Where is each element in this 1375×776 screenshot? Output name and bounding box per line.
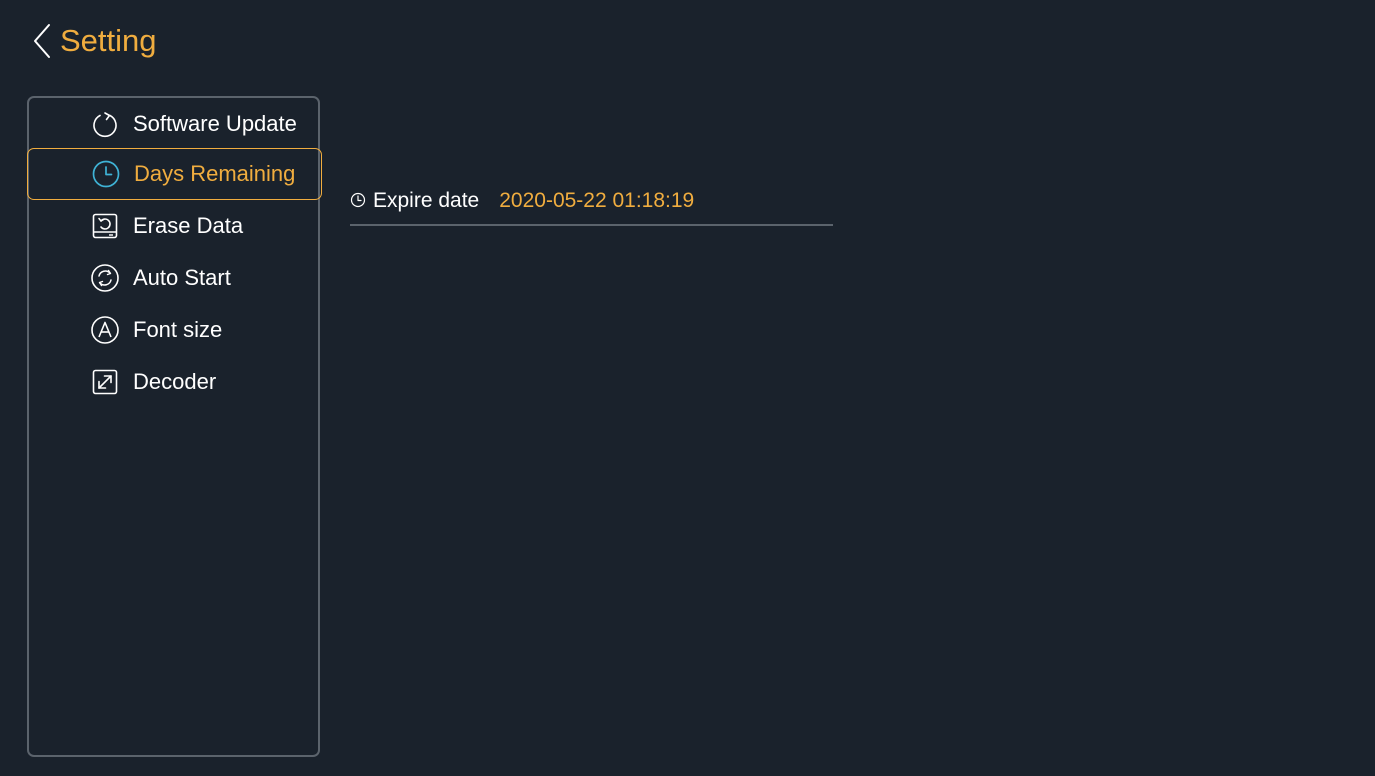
erase-icon — [90, 211, 120, 241]
settings-sidebar: Software Update Days Remaining Erase Dat… — [27, 96, 322, 757]
sidebar-item-font-size[interactable]: Font size — [27, 304, 322, 356]
sync-icon — [90, 263, 120, 293]
sidebar-item-label: Software Update — [133, 111, 297, 136]
refresh-icon — [90, 109, 120, 139]
page-title: Setting — [60, 23, 157, 58]
expire-date-label: Expire date — [373, 189, 480, 212]
clock-icon — [91, 159, 121, 189]
sidebar-item-label: Decoder — [133, 369, 217, 394]
expire-date-row: Expire date 2020-05-22 01:18:19 — [350, 178, 833, 226]
sidebar-item-label: Auto Start — [133, 265, 231, 290]
back-button[interactable]: Setting — [30, 20, 157, 62]
sidebar-item-label: Erase Data — [133, 213, 244, 238]
expand-icon — [90, 367, 120, 397]
sidebar-item-decoder[interactable]: Decoder — [27, 356, 322, 408]
font-icon — [90, 315, 120, 345]
clock-icon — [350, 191, 368, 209]
sidebar-item-label: Days Remaining — [134, 161, 296, 186]
sidebar-item-days-remaining[interactable]: Days Remaining — [27, 148, 322, 200]
sidebar-item-software-update[interactable]: Software Update — [27, 98, 322, 150]
sidebar-item-erase-data[interactable]: Erase Data — [27, 200, 322, 252]
sidebar-item-label: Font size — [133, 317, 223, 342]
settings-page: Setting Software Update Days Remaining E… — [0, 0, 1375, 776]
sidebar-item-auto-start[interactable]: Auto Start — [27, 252, 322, 304]
chevron-left-icon — [30, 21, 58, 61]
expire-date-value: 2020-05-22 01:18:19 — [499, 189, 695, 212]
